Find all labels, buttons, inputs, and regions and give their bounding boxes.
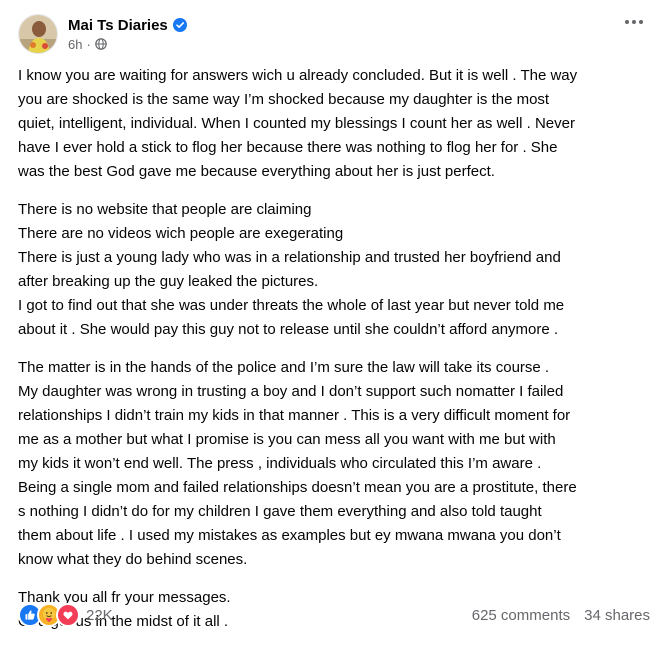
header-text: Mai Ts Diaries 6h · bbox=[68, 17, 187, 52]
post-line: quiet, intelligent, individual. When I c… bbox=[18, 115, 575, 132]
reactions-summary[interactable]: 22K bbox=[18, 603, 113, 627]
post-line: relationships I didn’t train my kids in … bbox=[18, 407, 571, 424]
post-meta: 6h · bbox=[68, 37, 187, 52]
post-line: The matter is in the hands of the police… bbox=[18, 359, 550, 376]
post-line: after breaking up the guy leaked the pic… bbox=[18, 273, 319, 290]
more-options-button[interactable] bbox=[618, 12, 650, 32]
post-line: me as a mother but what I promise is you… bbox=[18, 431, 556, 448]
reaction-count[interactable]: 22K bbox=[86, 607, 113, 624]
post-paragraph: There is no website that people are clai… bbox=[18, 198, 654, 342]
post-paragraph: I know you are waiting for answers wich … bbox=[18, 64, 654, 184]
post-header: Mai Ts Diaries 6h · bbox=[18, 12, 654, 56]
love-reaction-icon bbox=[56, 603, 80, 627]
author-avatar[interactable] bbox=[18, 14, 58, 54]
post-line: you are shocked is the same way I’m shoc… bbox=[18, 91, 550, 108]
reaction-icons bbox=[18, 603, 80, 627]
post-line: about it . She would pay this guy not to… bbox=[18, 321, 559, 338]
post-line: have I ever hold a stick to flog her bec… bbox=[18, 139, 558, 156]
post-paragraph: The matter is in the hands of the police… bbox=[18, 356, 654, 572]
avatar-image bbox=[19, 15, 57, 53]
facebook-post: Mai Ts Diaries 6h · I know you are waiti… bbox=[0, 0, 668, 644]
post-line: them about life . I used my mistakes as … bbox=[18, 527, 561, 544]
verified-badge-icon bbox=[172, 18, 187, 32]
post-line: know what they do behind scenes. bbox=[18, 551, 248, 568]
post-line: Being a single mom and failed relationsh… bbox=[18, 479, 577, 496]
post-line: There are no videos wich people are exeg… bbox=[18, 225, 344, 242]
post-line: My daughter was wrong in trusting a boy … bbox=[18, 383, 564, 400]
post-line: I know you are waiting for answers wich … bbox=[18, 67, 578, 84]
meta-separator: · bbox=[86, 36, 91, 52]
post-line: s nothing I didn’t do for my children I … bbox=[18, 503, 542, 520]
engagement-stats: 625 comments 34 shares bbox=[472, 607, 650, 624]
post-timestamp[interactable]: 6h bbox=[68, 37, 82, 52]
author-name[interactable]: Mai Ts Diaries bbox=[68, 17, 168, 34]
shares-count[interactable]: 34 shares bbox=[584, 607, 650, 624]
comments-count[interactable]: 625 comments bbox=[472, 607, 570, 624]
post-line: There is just a young lady who was in a … bbox=[18, 249, 561, 266]
post-body: I know you are waiting for answers wich … bbox=[18, 64, 654, 648]
more-options-icon bbox=[625, 20, 643, 24]
post-line: I got to find out that she was under thr… bbox=[18, 297, 565, 314]
post-footer: 22K 625 comments 34 shares bbox=[18, 601, 650, 629]
post-line: was the best God gave me because everyth… bbox=[18, 163, 495, 180]
author-row: Mai Ts Diaries bbox=[68, 17, 187, 34]
globe-icon[interactable] bbox=[95, 38, 107, 50]
post-line: my kids it won’t end well. The press , i… bbox=[18, 455, 542, 472]
post-line: There is no website that people are clai… bbox=[18, 201, 312, 218]
